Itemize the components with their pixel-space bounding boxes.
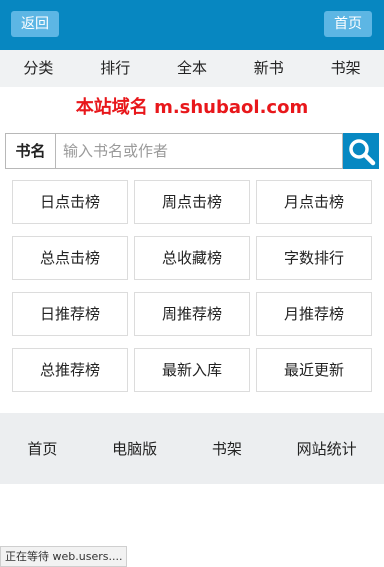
rank-link-word-count[interactable]: 字数排行: [256, 236, 372, 280]
rank-link-week-clicks[interactable]: 周点击榜: [134, 180, 250, 224]
footer-link-statistics[interactable]: 网站统计: [297, 438, 357, 459]
rank-grid: 日点击榜 周点击榜 月点击榜 总点击榜 总收藏榜 字数排行 日推荐榜 周推荐榜 …: [12, 180, 372, 392]
rank-link-day-clicks[interactable]: 日点击榜: [12, 180, 128, 224]
footer-link-bookshelf[interactable]: 书架: [212, 438, 242, 459]
search-label: 书名: [5, 133, 55, 169]
top-bar: 返回 首页: [0, 0, 384, 50]
home-button[interactable]: 首页: [324, 11, 372, 37]
rank-link-recent-updates[interactable]: 最近更新: [256, 348, 372, 392]
rank-link-total-favorites[interactable]: 总收藏榜: [134, 236, 250, 280]
nav-item-completed[interactable]: 全本: [177, 50, 207, 87]
nav-item-category[interactable]: 分类: [23, 50, 53, 87]
category-nav: 分类 排行 全本 新书 书架: [0, 50, 384, 87]
search-button[interactable]: [343, 133, 379, 169]
search-icon: [349, 139, 376, 166]
rank-link-week-recommend[interactable]: 周推荐榜: [134, 292, 250, 336]
rank-link-month-clicks[interactable]: 月点击榜: [256, 180, 372, 224]
search-input[interactable]: [55, 133, 343, 169]
nav-item-bookshelf[interactable]: 书架: [331, 50, 361, 87]
nav-item-ranking[interactable]: 排行: [100, 50, 130, 87]
status-bar: 正在等待 web.users....: [0, 546, 128, 567]
rank-link-day-recommend[interactable]: 日推荐榜: [12, 292, 128, 336]
footer-link-desktop[interactable]: 电脑版: [112, 438, 157, 459]
nav-item-new-books[interactable]: 新书: [254, 50, 284, 87]
footer-nav: 首页 电脑版 书架 网站统计: [0, 413, 384, 484]
rank-link-month-recommend[interactable]: 月推荐榜: [256, 292, 372, 336]
back-button[interactable]: 返回: [11, 11, 59, 37]
rank-link-total-clicks[interactable]: 总点击榜: [12, 236, 128, 280]
rank-link-total-recommend[interactable]: 总推荐榜: [12, 348, 128, 392]
domain-notice: 本站域名 m.shubaol.com: [75, 97, 309, 118]
footer-link-home[interactable]: 首页: [27, 438, 57, 459]
search-bar: 书名: [5, 133, 379, 169]
rank-link-newest[interactable]: 最新入库: [134, 348, 250, 392]
